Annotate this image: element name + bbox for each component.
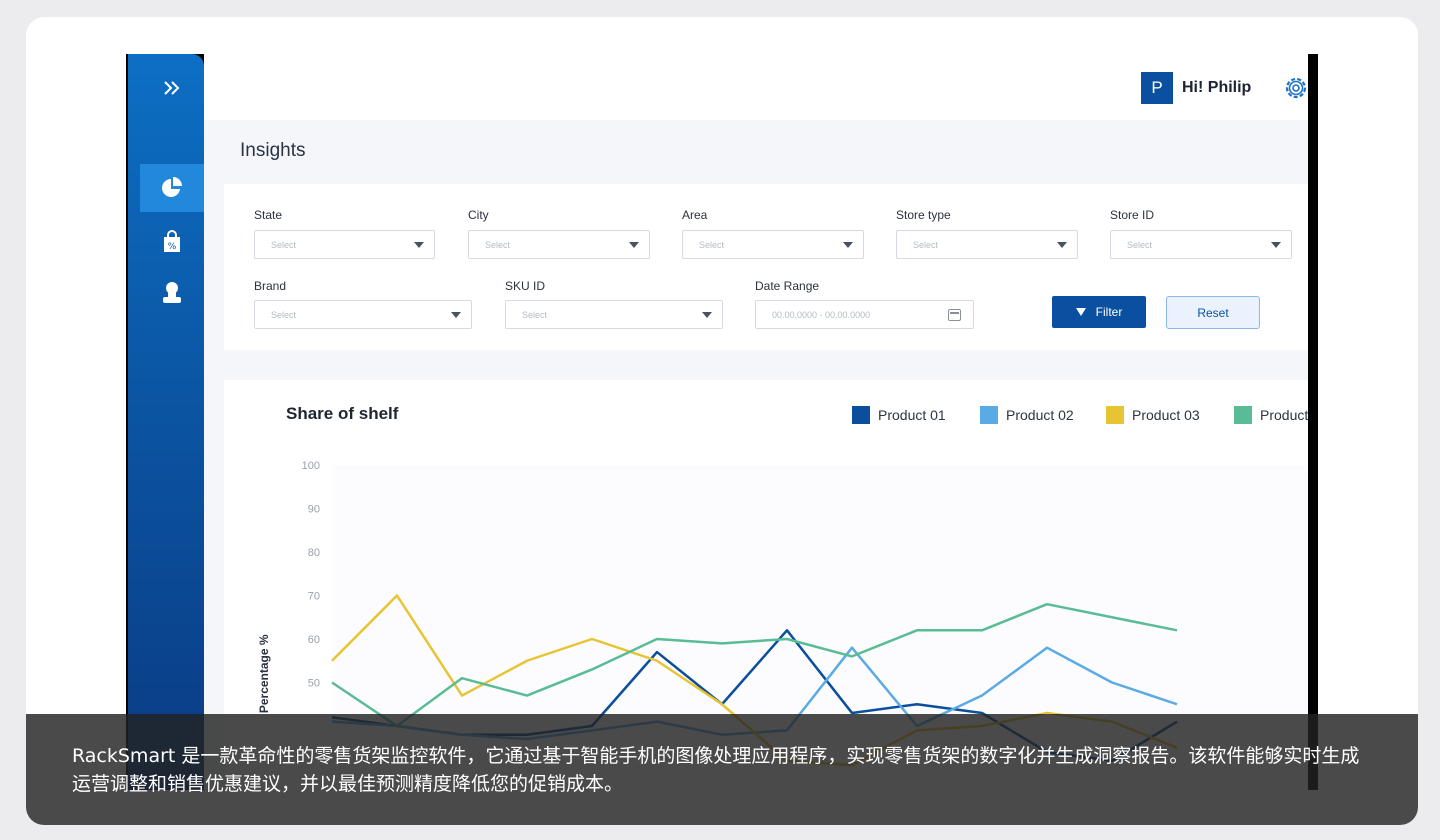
y-tick-label: 90 [308,504,320,516]
brand-select[interactable]: Select [254,300,472,329]
area-label: Area [682,208,708,222]
area-select[interactable]: Select [682,230,864,259]
brand-placeholder: Select [271,309,297,320]
store-id-placeholder: Select [1127,239,1153,250]
y-tick-label: 80 [308,547,320,559]
store-id-label: Store ID [1110,208,1155,222]
shopping-bag-icon: % [164,230,180,252]
filter-button-label: Filter [1095,305,1123,319]
sidebar-item-products[interactable]: % [140,218,204,266]
date-range-placeholder: 00.00.0000 - 00.00.0000 [772,309,871,320]
store-type-select[interactable]: Select [896,230,1078,259]
sku-id-placeholder: Select [522,309,548,320]
state-select[interactable]: Select [254,230,435,259]
chevron-down-icon [414,242,424,248]
area-placeholder: Select [699,239,725,250]
filters-panel: State Select City Select Area Select Sto… [224,184,1308,350]
state-label: State [254,208,283,222]
filter-button[interactable]: Filter [1052,296,1146,328]
city-placeholder: Select [485,239,511,250]
store-type-placeholder: Select [913,239,939,250]
sku-id-label: SKU ID [505,279,546,293]
chevron-down-icon [843,242,853,248]
top-bar: P Hi! Philip [204,54,1308,120]
pie-chart-icon [162,177,182,197]
store-id-select[interactable]: Select [1110,230,1292,259]
sidebar-item-users[interactable] [140,268,204,316]
user-icon [163,282,181,303]
chevron-down-icon [1271,242,1281,248]
sidebar: % [128,54,204,790]
user-greeting: Hi! Philip [1182,79,1252,96]
main-content: P Hi! Philip Insights State Select City … [204,54,1308,790]
chevron-down-icon [451,312,461,318]
date-range-label: Date Range [755,279,820,293]
avatar[interactable]: P [1141,72,1173,104]
funnel-icon [1075,308,1086,316]
app-window: % P Hi! Philip Insights State Select Cit… [126,54,1318,790]
chevron-down-icon [702,312,712,318]
expand-sidebar-button[interactable] [140,64,204,112]
y-tick-label: 60 [308,634,320,646]
city-label: City [468,208,489,222]
sidebar-item-insights[interactable] [140,164,204,212]
reset-button-label: Reset [1197,305,1229,320]
date-range-input[interactable]: 00.00.0000 - 00.00.0000 [755,300,974,329]
reset-button[interactable]: Reset [1166,296,1260,329]
caption-text: RackSmart 是一款革命性的零售货架监控软件，它通过基于智能手机的图像处理… [72,745,1360,795]
chevron-down-icon [1057,242,1067,248]
double-chevron-right-icon [164,81,180,95]
video-caption: RackSmart 是一款革命性的零售货架监控软件，它通过基于智能手机的图像处理… [26,714,1418,825]
page-title: Insights [240,140,306,161]
sku-id-select[interactable]: Select [505,300,723,329]
gear-icon[interactable] [1282,74,1308,102]
y-tick-label: 70 [308,591,320,603]
svg-text:%: % [168,242,177,252]
state-placeholder: Select [271,239,297,250]
city-select[interactable]: Select [468,230,650,259]
chevron-down-icon [629,242,639,248]
calendar-icon[interactable] [948,309,961,321]
brand-label: Brand [254,279,287,293]
y-axis-label: Percentage % [257,634,271,713]
y-tick-label: 50 [308,678,320,690]
y-tick-label: 100 [302,460,320,472]
store-type-label: Store type [896,208,951,222]
